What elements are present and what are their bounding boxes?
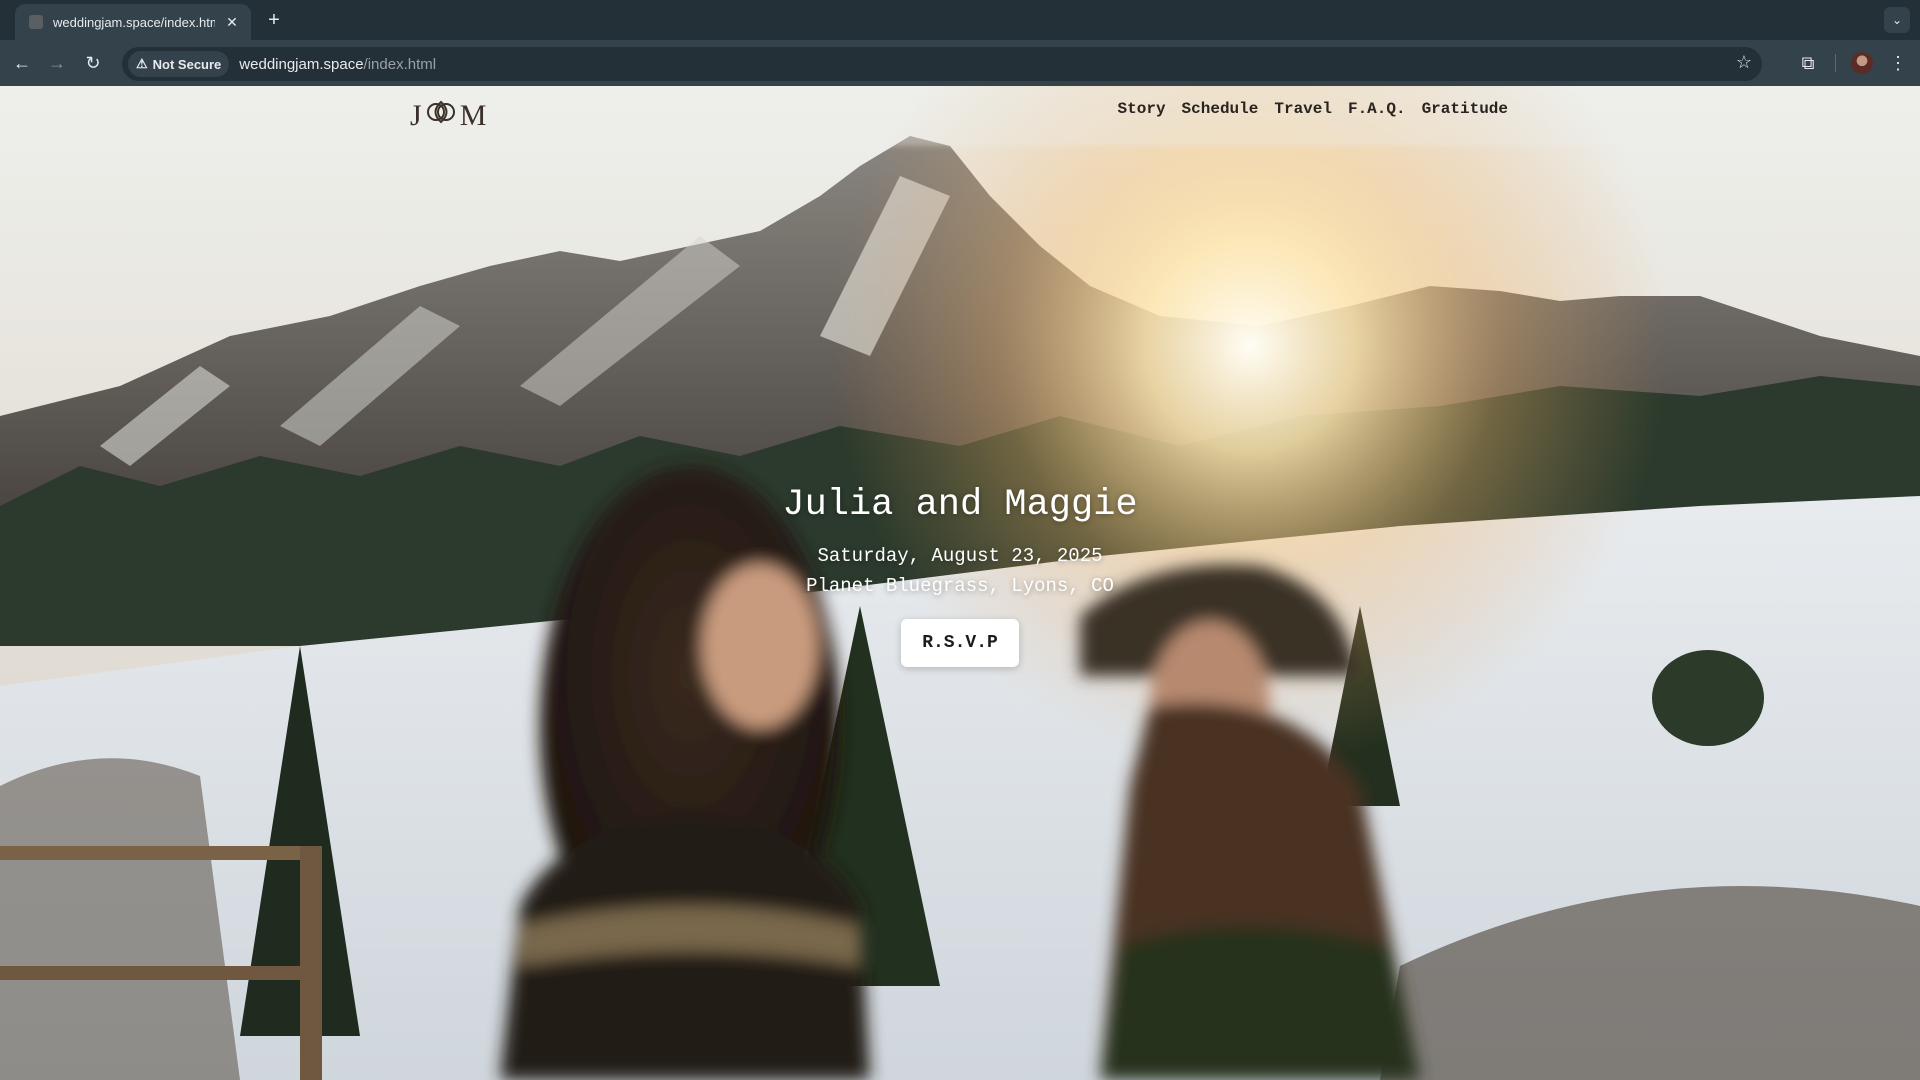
- reload-icon[interactable]: ↻: [81, 51, 105, 75]
- monogram-letter-left: J: [410, 99, 422, 132]
- warning-icon: ⚠: [136, 56, 148, 71]
- url-text[interactable]: weddingjam.space/index.html: [239, 56, 436, 73]
- site-header: J M Story Schedule Travel F.A.Q. Gratitu…: [0, 86, 1920, 136]
- monogram-letter-right: M: [459, 99, 487, 132]
- url-path: /index.html: [363, 55, 437, 73]
- nav-link-faq[interactable]: F.A.Q.: [1348, 100, 1406, 118]
- favicon-icon: [29, 15, 43, 29]
- forward-arrow-icon[interactable]: →: [45, 51, 69, 75]
- tab-strip: weddingjam.space/index.html ✕ + ⌄: [0, 0, 1920, 40]
- couple-names-heading: Julia and Maggie: [782, 484, 1138, 526]
- celtic-knot-icon: [426, 98, 456, 134]
- wedding-date: Saturday, August 23, 2025: [817, 545, 1103, 567]
- tab-title: weddingjam.space/index.html: [53, 14, 215, 30]
- monogram-logo[interactable]: J M: [410, 98, 486, 134]
- profile-avatar[interactable]: [1851, 52, 1873, 74]
- security-label: Not Secure: [152, 56, 222, 72]
- nav-link-travel[interactable]: Travel: [1274, 100, 1332, 118]
- rsvp-button[interactable]: R.S.V.P: [901, 619, 1019, 667]
- url-host: weddingjam.space: [239, 55, 364, 73]
- bookmark-star-icon[interactable]: ☆: [1736, 52, 1752, 73]
- close-icon[interactable]: ✕: [223, 14, 241, 31]
- page-viewport: J M Story Schedule Travel F.A.Q. Gratitu…: [0, 86, 1920, 1080]
- nav-link-gratitude[interactable]: Gratitude: [1422, 100, 1508, 118]
- chevron-down-icon[interactable]: ⌄: [1884, 7, 1910, 33]
- plus-icon[interactable]: +: [262, 8, 286, 32]
- back-arrow-icon[interactable]: ←: [10, 51, 34, 75]
- browser-toolbar: ← → ↻ ⚠ Not Secure weddingjam.space/inde…: [0, 40, 1920, 86]
- nav-link-schedule[interactable]: Schedule: [1182, 100, 1259, 118]
- security-indicator[interactable]: ⚠ Not Secure: [128, 51, 230, 77]
- wedding-venue: Planet Bluegrass, Lyons, CO: [806, 575, 1114, 597]
- nav-link-story[interactable]: Story: [1118, 100, 1166, 118]
- extensions-puzzle-icon[interactable]: ⧉: [1796, 51, 1820, 75]
- toolbar-divider: [1835, 54, 1836, 72]
- main-nav: Story Schedule Travel F.A.Q. Gratitude: [1118, 100, 1508, 118]
- address-bar[interactable]: ⚠ Not Secure weddingjam.space/index.html…: [122, 47, 1762, 81]
- browser-tab[interactable]: weddingjam.space/index.html ✕: [15, 4, 251, 40]
- more-menu-icon[interactable]: ⋮: [1888, 51, 1908, 75]
